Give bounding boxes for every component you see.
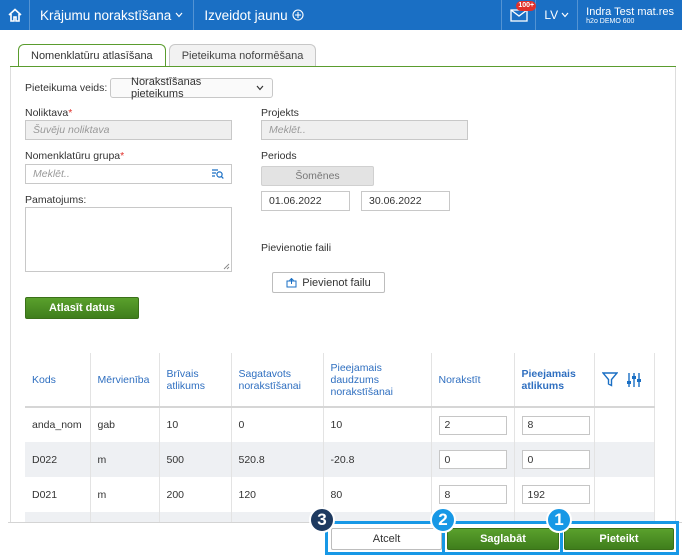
tab-bar: Nomenklatūru atlasīšana Pieteikuma nofor… <box>18 44 319 67</box>
add-file-label: Pievienot failu <box>302 276 371 289</box>
reason-textarea[interactable] <box>25 207 232 272</box>
company-name: h2o DEMO 600 <box>586 17 635 25</box>
home-icon <box>7 8 22 22</box>
group-placeholder: Meklēt.. <box>33 168 70 180</box>
tab-request-form[interactable]: Pieteikuma noformēšana <box>168 44 317 66</box>
date-to-field[interactable]: 30.06.2022 <box>361 191 450 211</box>
create-new-button[interactable]: Izveidot jaunu <box>194 0 313 30</box>
create-new-label: Izveidot jaunu <box>204 7 288 23</box>
user-menu[interactable]: Indra Test mat.res h2o DEMO 600 <box>577 0 682 30</box>
required-mark: * <box>120 150 125 162</box>
highlight-box <box>325 521 679 555</box>
this-month-button[interactable]: Šomēnes <box>261 166 374 186</box>
group-label: Nomenklatūru grupa* <box>25 150 124 162</box>
warehouse-label: Noliktava* <box>25 107 72 119</box>
cell-empty <box>594 407 655 442</box>
chevron-down-icon <box>175 12 183 18</box>
user-name: Indra Test mat.res <box>586 5 674 18</box>
col-code[interactable]: Kods <box>25 353 91 408</box>
write-off-input[interactable]: 0 <box>438 450 507 469</box>
resize-grip-icon[interactable] <box>223 263 230 270</box>
cell-free-balance: 200 <box>159 477 232 512</box>
available-balance-input[interactable]: 0 <box>521 450 590 469</box>
step-marker-1: 1 <box>546 507 572 533</box>
cell-unit: gab <box>90 407 160 442</box>
top-bar: Krājumu norakstīšana Izveidot jaunu 100+… <box>0 0 682 30</box>
messages-button[interactable]: 100+ <box>501 0 537 30</box>
search-list-icon[interactable] <box>211 168 224 180</box>
filter-icon[interactable] <box>601 372 618 387</box>
cell-code: D021 <box>25 477 91 512</box>
table-row: D022 m 500 520.8 -20.8 0 0 <box>25 442 655 477</box>
cell-free-balance: 10 <box>159 407 232 442</box>
cell-write-off: 0 <box>431 442 515 477</box>
chevron-down-icon <box>256 85 264 91</box>
reason-label: Pamatojums: <box>25 194 87 206</box>
warehouse-field[interactable]: Šuvēju noliktava <box>25 120 232 140</box>
cell-available-qty: -20.8 <box>323 442 432 477</box>
cell-available-qty: 80 <box>323 477 432 512</box>
cell-empty <box>594 477 655 512</box>
col-available-qty[interactable]: Pieejamais daudzums norakstīšanai <box>323 353 432 408</box>
col-write-off[interactable]: Norakstīt <box>431 353 515 408</box>
tab-item-selection[interactable]: Nomenklatūru atlasīšana <box>18 44 166 67</box>
cell-code: anda_nom <box>25 407 91 442</box>
plus-circle-icon <box>292 9 304 21</box>
request-type-label: Pieteikuma veids: <box>25 82 108 94</box>
module-title: Krājumu norakstīšana <box>40 7 172 23</box>
date-from-field[interactable]: 01.06.2022 <box>261 191 350 211</box>
col-available-balance[interactable]: Pieejamais atlikums <box>514 353 595 408</box>
module-menu[interactable]: Krājumu norakstīšana <box>30 0 195 30</box>
cell-unit: m <box>90 442 160 477</box>
project-label: Projekts <box>261 107 299 119</box>
select-data-button[interactable]: Atlasīt datus <box>25 297 139 319</box>
cell-available-balance: 0 <box>514 442 595 477</box>
available-balance-input[interactable]: 192 <box>521 485 590 504</box>
request-type-value: Norakstīšanas pieteikums <box>131 76 202 100</box>
messages-badge: 100+ <box>516 1 537 11</box>
write-off-input[interactable]: 8 <box>438 485 507 504</box>
cell-prepared: 0 <box>231 407 324 442</box>
cell-available-qty: 10 <box>323 407 432 442</box>
period-label: Periods <box>261 150 297 162</box>
cell-code: D022 <box>25 442 91 477</box>
cell-unit: m <box>90 477 160 512</box>
language-label: LV <box>544 8 559 22</box>
request-type-select[interactable]: Norakstīšanas pieteikums <box>110 76 273 100</box>
upload-icon <box>286 277 297 287</box>
col-free-balance[interactable]: Brīvais atlikums <box>159 353 232 408</box>
available-balance-input[interactable]: 8 <box>521 415 590 435</box>
step-marker-2: 2 <box>430 507 456 533</box>
column-settings-icon[interactable] <box>626 372 642 388</box>
col-unit[interactable]: Mērvienība <box>90 353 160 408</box>
group-field[interactable]: Meklēt.. <box>25 164 232 184</box>
tab-underline <box>10 66 676 67</box>
col-prepared[interactable]: Sagatavots norakstīšanai <box>231 353 324 408</box>
cell-empty <box>594 442 655 477</box>
cell-available-balance: 8 <box>514 407 595 442</box>
group-label-text: Nomenklatūru grupa <box>25 150 121 162</box>
home-button[interactable] <box>0 0 30 30</box>
required-mark: * <box>68 107 73 119</box>
project-field[interactable]: Meklēt.. <box>261 120 468 140</box>
cell-write-off: 2 <box>431 407 515 442</box>
table-row: anda_nom gab 10 0 10 2 8 <box>25 407 655 442</box>
chevron-down-icon <box>561 12 569 18</box>
cell-prepared: 520.8 <box>231 442 324 477</box>
add-file-button[interactable]: Pievienot failu <box>272 272 385 293</box>
table-header-row: Kods Mērvienība Brīvais atlikums Sagatav… <box>25 353 655 408</box>
step-marker-3: 3 <box>309 507 335 533</box>
attached-files-label: Pievienotie faili <box>261 242 332 254</box>
cell-free-balance: 500 <box>159 442 232 477</box>
write-off-input[interactable]: 2 <box>438 415 507 435</box>
warehouse-label-text: Noliktava <box>25 107 69 119</box>
cell-prepared: 120 <box>231 477 324 512</box>
col-tools <box>594 353 655 408</box>
language-select[interactable]: LV <box>535 0 577 30</box>
